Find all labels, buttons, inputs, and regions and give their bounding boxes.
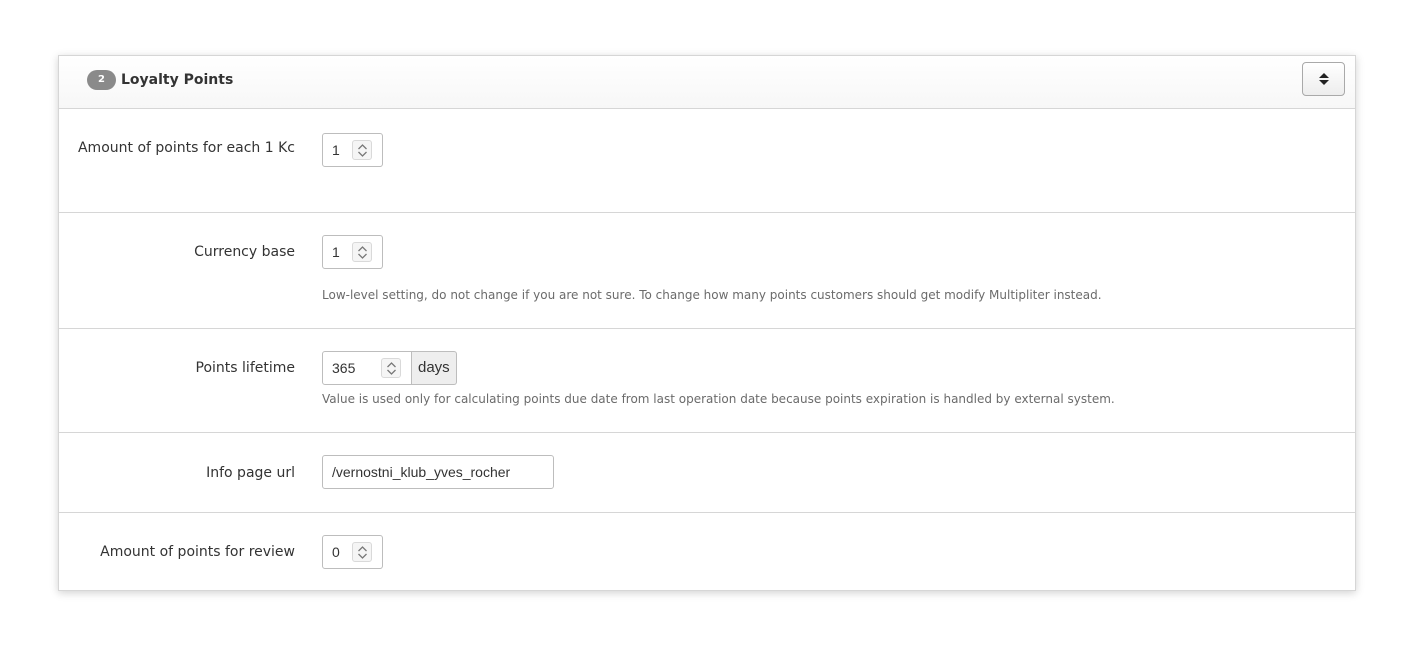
form-row-currency-base: Currency base 1 Low-level setting, do no…: [59, 213, 1355, 329]
points-for-review-stepper[interactable]: 0: [322, 535, 383, 569]
info-page-url-input[interactable]: [322, 455, 554, 489]
points-lifetime-stepper[interactable]: 365: [322, 351, 412, 385]
form-row-points-per-unit: Amount of points for each 1 Kc 1: [59, 109, 1355, 213]
days-unit-addon: days: [412, 351, 457, 385]
chevron-up-down-icon[interactable]: [352, 542, 372, 562]
stepper-value: 1: [332, 244, 340, 260]
section-number-badge: 2: [87, 70, 116, 90]
field-label: Points lifetime: [195, 360, 295, 376]
form-row-info-page-url: Info page url: [59, 433, 1355, 513]
sort-icon: [1319, 73, 1329, 85]
panel-header: 2 Loyalty Points: [59, 56, 1355, 109]
stepper-value: 365: [332, 360, 356, 376]
form-row-points-for-review: Amount of points for review 0: [59, 513, 1355, 591]
panel-title: Loyalty Points: [121, 72, 234, 88]
field-label: Amount of points for review: [100, 544, 295, 560]
form-row-points-lifetime: Points lifetime 365 days Value is used o…: [59, 329, 1355, 433]
field-help-text: Value is used only for calculating point…: [322, 392, 1115, 406]
collapse-toggle-button[interactable]: [1302, 62, 1345, 96]
chevron-up-down-icon[interactable]: [352, 242, 372, 262]
loyalty-points-panel: 2 Loyalty Points Amount of points for ea…: [58, 55, 1356, 591]
chevron-up-down-icon[interactable]: [352, 140, 372, 160]
points-per-unit-stepper[interactable]: 1: [322, 133, 383, 167]
chevron-up-down-icon[interactable]: [381, 358, 401, 378]
stepper-value: 1: [332, 142, 340, 158]
currency-base-stepper[interactable]: 1: [322, 235, 383, 269]
field-help-text: Low-level setting, do not change if you …: [322, 288, 1102, 302]
field-label: Amount of points for each 1 Kc: [77, 140, 295, 156]
stepper-value: 0: [332, 544, 340, 560]
field-label: Currency base: [194, 244, 295, 260]
field-label: Info page url: [206, 465, 295, 481]
